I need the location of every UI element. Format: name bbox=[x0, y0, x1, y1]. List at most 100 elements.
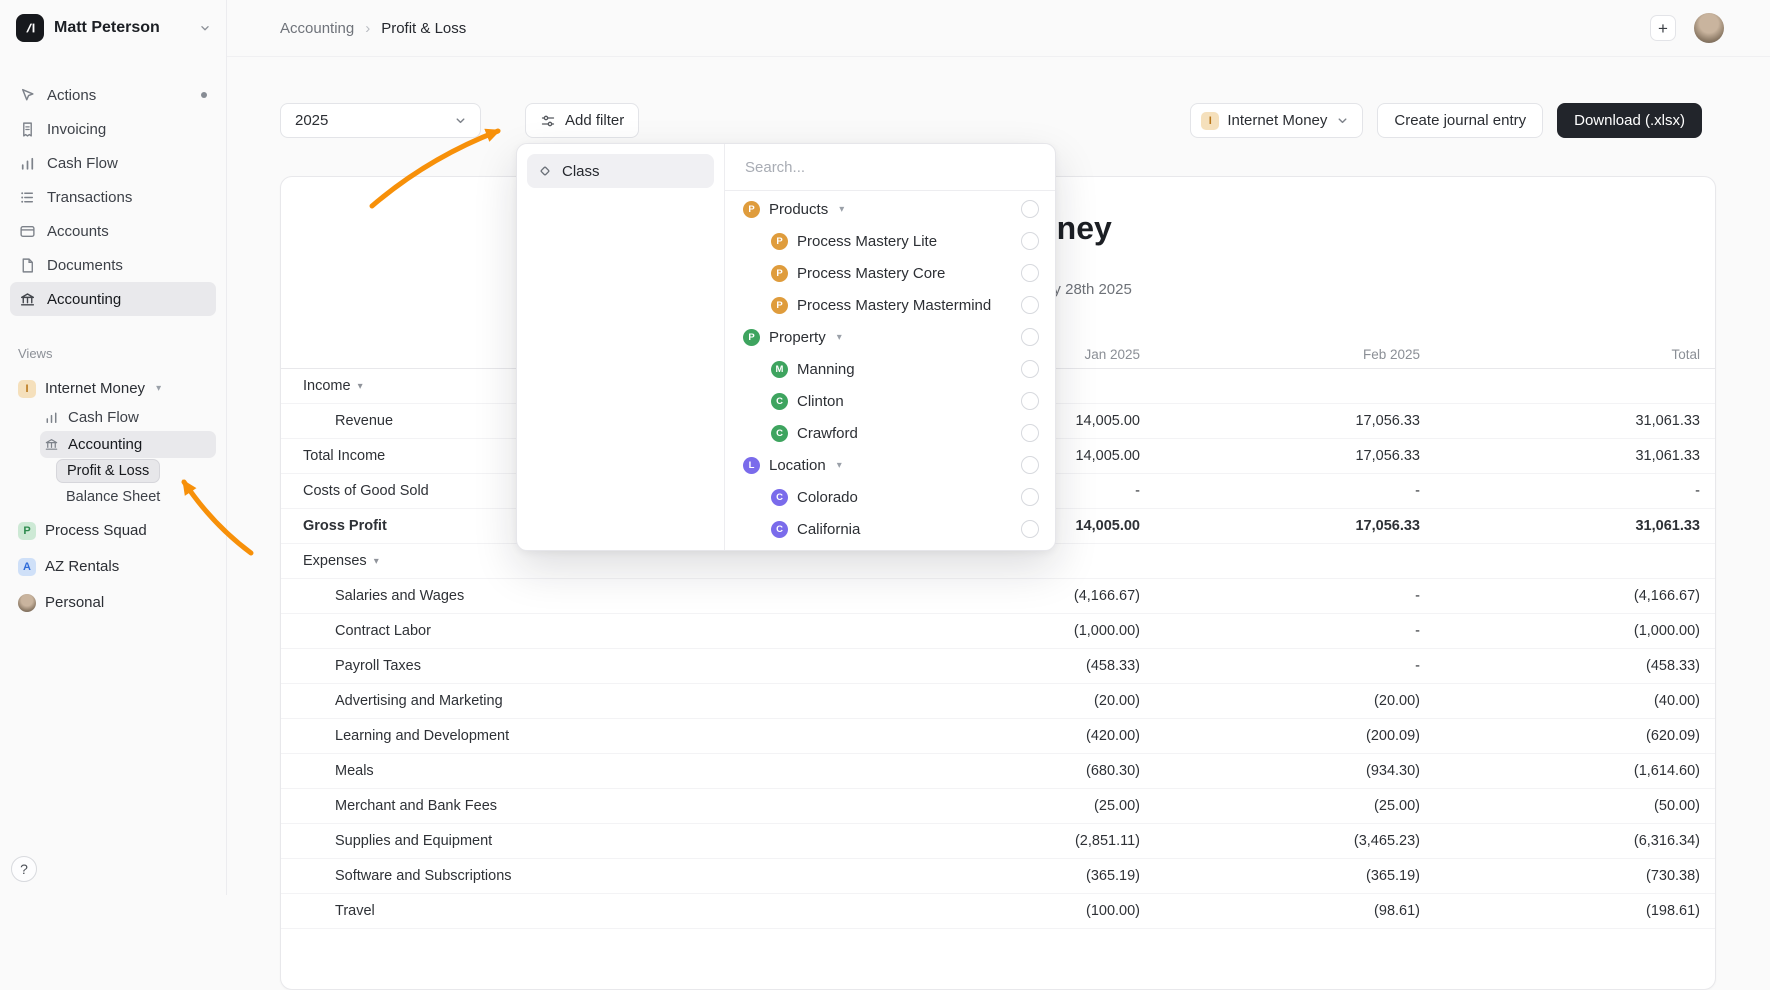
row-label: Payroll Taxes bbox=[281, 658, 860, 674]
sidebar-item-accounting[interactable]: Accounting bbox=[10, 282, 216, 316]
table-row-travel: Travel(100.00)(98.61)(198.61) bbox=[281, 894, 1715, 929]
add-button[interactable]: + bbox=[1650, 15, 1676, 41]
sidebar-item-label: Accounts bbox=[47, 223, 109, 240]
option-checkbox[interactable] bbox=[1021, 520, 1039, 538]
option-checkbox[interactable] bbox=[1021, 488, 1039, 506]
view-item-internet-money[interactable]: IInternet Money▾ bbox=[10, 373, 216, 404]
table-row-payroll-taxes: Payroll Taxes(458.33)-(458.33) bbox=[281, 649, 1715, 684]
filter-option-property[interactable]: P Property ▾ bbox=[725, 321, 1055, 353]
view-item-az-rentals[interactable]: AAZ Rentals bbox=[10, 551, 216, 582]
option-checkbox[interactable] bbox=[1021, 456, 1039, 474]
class-badge: C bbox=[771, 521, 788, 538]
create-journal-entry-button[interactable]: Create journal entry bbox=[1377, 103, 1543, 138]
sidebar-item-invoicing[interactable]: Invoicing bbox=[10, 112, 216, 146]
sidebar-item-actions[interactable]: Actions bbox=[10, 78, 216, 112]
entity-select[interactable]: I Internet Money bbox=[1190, 103, 1363, 138]
add-filter-button[interactable]: Add filter bbox=[525, 103, 639, 138]
breadcrumb-accounting[interactable]: Accounting bbox=[280, 20, 354, 37]
class-badge: C bbox=[771, 425, 788, 442]
caret-down-icon: ▾ bbox=[837, 332, 842, 343]
sidebar-item-transactions[interactable]: Transactions bbox=[10, 180, 216, 214]
view-item-profit-loss[interactable]: Profit & Loss bbox=[10, 458, 216, 484]
cell-value: (4,166.67) bbox=[1420, 588, 1700, 604]
row-label: Software and Subscriptions bbox=[281, 868, 860, 884]
actions-icon bbox=[19, 87, 36, 104]
filter-option-california[interactable]: CCalifornia bbox=[725, 513, 1055, 545]
cell-value: (1,000.00) bbox=[1420, 623, 1700, 639]
sidebar-item-documents[interactable]: Documents bbox=[10, 248, 216, 282]
filter-option-location[interactable]: LLocation▾ bbox=[725, 449, 1055, 481]
filter-category-class[interactable]: Class bbox=[527, 154, 714, 188]
sidebar-item-accounts[interactable]: Accounts bbox=[10, 214, 216, 248]
class-badge: M bbox=[771, 361, 788, 378]
view-item-accounting[interactable]: Accounting bbox=[40, 431, 216, 458]
topbar: Accounting › Profit & Loss + bbox=[226, 0, 1770, 57]
filter-category-panel: Class bbox=[517, 144, 725, 550]
filter-option-crawford[interactable]: C Crawford bbox=[725, 417, 1055, 449]
sidebar: Matt Peterson ActionsInvoicingCash FlowT… bbox=[0, 0, 227, 895]
option-checkbox[interactable] bbox=[1021, 328, 1039, 346]
help-button[interactable]: ? bbox=[11, 856, 37, 882]
filter-option-label: Crawford bbox=[797, 425, 858, 442]
option-checkbox[interactable] bbox=[1021, 392, 1039, 410]
workspace-switcher[interactable]: Matt Peterson bbox=[0, 0, 226, 56]
filter-option-manning[interactable]: MManning bbox=[725, 353, 1055, 385]
caret-down-icon: ▾ bbox=[358, 381, 363, 392]
filter-options-list: PProducts▾PProcess Mastery LitePProcess … bbox=[725, 191, 1055, 545]
cell-value: (3,465.23) bbox=[1140, 833, 1420, 849]
cell-value: (1,000.00) bbox=[860, 623, 1140, 639]
filter-option-process-mastery-lite[interactable]: PProcess Mastery Lite bbox=[725, 225, 1055, 257]
view-item-balance-sheet[interactable]: Balance Sheet bbox=[10, 484, 216, 510]
view-item-personal[interactable]: Personal bbox=[10, 587, 216, 618]
option-checkbox[interactable] bbox=[1021, 360, 1039, 378]
view-item-process-squad[interactable]: PProcess Squad bbox=[10, 515, 216, 546]
column-header: Total bbox=[1420, 347, 1700, 362]
filter-option-colorado[interactable]: CColorado bbox=[725, 481, 1055, 513]
transactions-icon bbox=[19, 189, 36, 206]
cell-value: (98.61) bbox=[1140, 903, 1420, 919]
view-label: Process Squad bbox=[45, 522, 147, 539]
add-filter-label: Add filter bbox=[565, 112, 624, 129]
cell-value: - bbox=[1140, 483, 1420, 499]
option-checkbox[interactable] bbox=[1021, 232, 1039, 250]
sidebar-item-cash-flow[interactable]: Cash Flow bbox=[10, 146, 216, 180]
filter-search bbox=[725, 144, 1055, 191]
filter-option-process-mastery-core[interactable]: P Process Mastery Core bbox=[725, 257, 1055, 289]
user-avatar[interactable] bbox=[1694, 13, 1724, 43]
cashflow-icon bbox=[19, 155, 36, 172]
filter-option-label: Clinton bbox=[797, 393, 844, 410]
views-tree: IInternet Money▾Cash FlowAccountingProfi… bbox=[0, 361, 226, 618]
cell-value: 31,061.33 bbox=[1420, 518, 1700, 534]
filter-option-label: Process Mastery Core bbox=[797, 265, 945, 282]
filter-option-label: Property bbox=[769, 329, 826, 346]
row-label: Travel bbox=[281, 903, 860, 919]
filter-option-label: Location bbox=[769, 457, 826, 474]
download-xlsx-button[interactable]: Download (.xlsx) bbox=[1557, 103, 1702, 138]
row-label: Meals bbox=[281, 763, 860, 779]
filter-options-panel: PProducts▾PProcess Mastery LitePProcess … bbox=[725, 144, 1055, 550]
report-toolbar: 2025 Add filter I Internet Money Create … bbox=[280, 103, 1702, 138]
period-value: 2025 bbox=[295, 112, 328, 129]
option-checkbox[interactable] bbox=[1021, 424, 1039, 442]
option-checkbox[interactable] bbox=[1021, 296, 1039, 314]
avatar bbox=[18, 594, 36, 612]
entity-label: Internet Money bbox=[1227, 112, 1327, 129]
filter-option-products[interactable]: PProducts▾ bbox=[725, 193, 1055, 225]
class-badge: P bbox=[771, 265, 788, 282]
option-checkbox[interactable] bbox=[1021, 264, 1039, 282]
caret-down-icon: ▾ bbox=[374, 556, 379, 567]
cell-value: 17,056.33 bbox=[1140, 518, 1420, 534]
option-checkbox[interactable] bbox=[1021, 200, 1039, 218]
search-input[interactable] bbox=[743, 158, 1037, 177]
cell-value: (2,851.11) bbox=[860, 833, 1140, 849]
cell-value: - bbox=[1140, 623, 1420, 639]
view-item-cash-flow[interactable]: Cash Flow bbox=[40, 404, 216, 431]
filter-option-process-mastery-mastermind[interactable]: PProcess Mastery Mastermind bbox=[725, 289, 1055, 321]
class-badge: P bbox=[743, 329, 760, 346]
cell-value: (730.38) bbox=[1420, 868, 1700, 884]
period-select[interactable]: 2025 bbox=[280, 103, 481, 138]
entity-badge: I bbox=[1201, 112, 1219, 130]
cell-value: (200.09) bbox=[1140, 728, 1420, 744]
caret-down-icon: ▾ bbox=[156, 383, 161, 394]
filter-option-clinton[interactable]: CClinton bbox=[725, 385, 1055, 417]
